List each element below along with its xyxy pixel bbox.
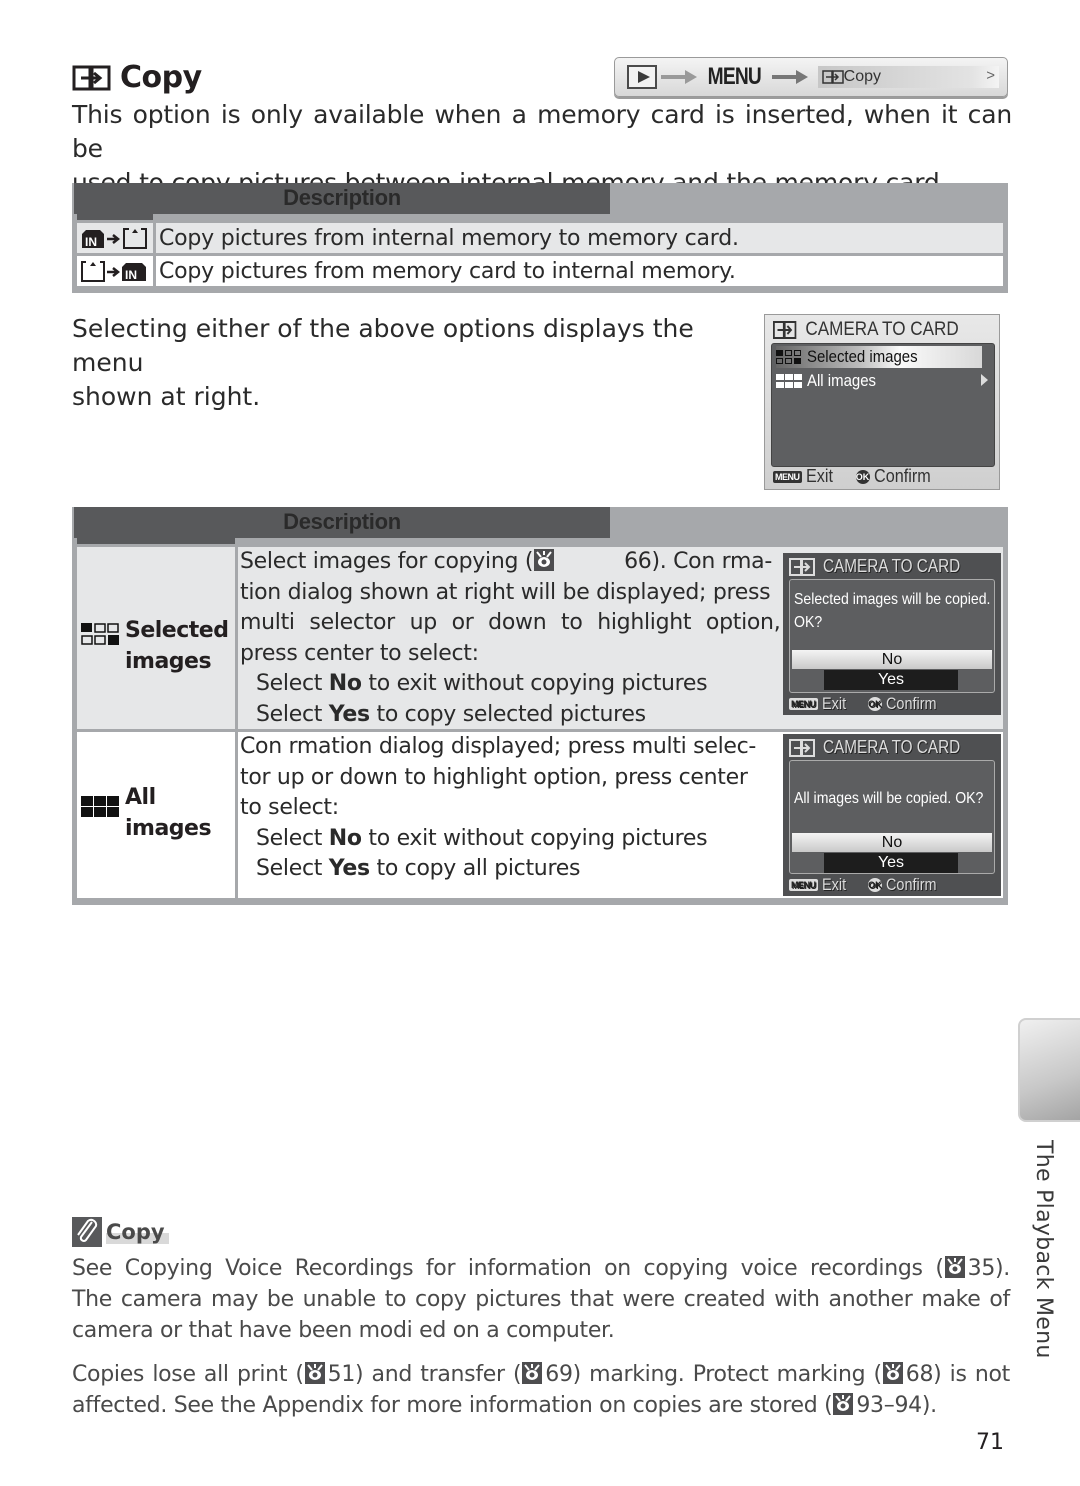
section-label: The Playback Menu [1031, 1140, 1056, 1359]
menu-intro-text: Selecting either of the above options di… [72, 314, 694, 411]
menu-item-copy: Copy > [817, 66, 999, 88]
column-header-description: Description [74, 507, 610, 538]
option-label: All images [125, 785, 212, 841]
ok-button-icon: OK [855, 469, 870, 484]
copy-icon [789, 738, 815, 757]
table-row: Selected images Select images for copyin… [77, 547, 1003, 729]
copy-icon [789, 557, 815, 576]
caret-right-icon [981, 374, 988, 386]
page-title: Copy [72, 60, 202, 95]
confirmation-dialog: All images will be copied. OK? No Yes [789, 760, 995, 874]
reference-icon [522, 1362, 543, 1384]
dialog-option-yes[interactable]: Yes [824, 853, 958, 873]
copy-icon [72, 65, 111, 90]
card-to-internal-icon: IN [77, 256, 153, 286]
copy-icon [821, 70, 844, 84]
menu-button-icon: MENU [789, 698, 818, 710]
reference-icon [882, 1362, 903, 1384]
copy-options-table: Option Description Selected images Selec… [72, 507, 1008, 905]
note-paragraph: Copies lose all print (51) and transfer … [72, 1362, 1010, 1418]
note-heading: Copy [72, 1217, 169, 1247]
screen-title: CAMERA TO CARD [773, 319, 959, 341]
confirmation-dialog-screen: CAMERA TO CARD All images will be copied… [783, 734, 1001, 896]
selected-images-icon [776, 350, 801, 364]
svg-text:IN: IN [125, 268, 137, 282]
paperclip-icon [72, 1217, 102, 1247]
arrow-right-icon [661, 70, 697, 84]
arrow-right-icon [771, 70, 808, 84]
option-description: Select images for copying ( 66). Con rma… [240, 549, 781, 727]
section-tab [1018, 1018, 1080, 1122]
dialog-option-no[interactable]: No [792, 833, 992, 852]
reference-icon [944, 1256, 965, 1278]
option-description: Con rmation dialog displayed; press mult… [240, 734, 757, 881]
copy-direction-table: Option Description IN Copy pictures from… [72, 183, 1008, 293]
confirmation-dialog-screen: CAMERA TO CARD Selected images will be c… [783, 553, 1001, 715]
selected-images-icon [81, 623, 119, 645]
chevron-right-icon: > [986, 67, 995, 84]
all-images-icon [81, 796, 119, 817]
table-row: All images Con rmation dialog displayed;… [77, 732, 1003, 898]
reference-icon [304, 1362, 325, 1384]
menu-option-all-images[interactable]: All images [776, 370, 885, 392]
svg-text:IN: IN [85, 235, 97, 249]
menu-list: Selected images All images [771, 343, 995, 467]
column-header-description: Description [74, 183, 610, 214]
playback-icon [627, 65, 657, 89]
menu-option-selected-images[interactable]: Selected images [776, 346, 982, 368]
dialog-option-no[interactable]: No [792, 650, 992, 669]
internal-to-card-icon: IN [77, 223, 153, 253]
table-row: IN Copy pictures from memory card to int… [77, 256, 1003, 286]
ok-button-icon: OK [867, 697, 882, 711]
title-text: Copy [120, 60, 202, 95]
menu-label: MENU [707, 63, 762, 90]
table-row: IN Copy pictures from internal memory to… [77, 223, 1003, 253]
screen-footer: MENU Exit OK Confirm [773, 466, 931, 486]
page-number: 71 [976, 1430, 1004, 1455]
menu-button-icon: MENU [773, 470, 802, 483]
menu-path-breadcrumb: MENU Copy > [614, 57, 1008, 97]
option-label: Selected images [125, 618, 229, 674]
copy-icon [773, 321, 797, 339]
all-images-icon [776, 374, 802, 388]
ok-button-icon: OK [867, 878, 882, 892]
menu-item-label: Copy [843, 68, 882, 85]
reference-icon [833, 1393, 854, 1415]
dialog-option-yes[interactable]: Yes [824, 670, 958, 690]
reference-icon [534, 549, 555, 571]
menu-button-icon: MENU [789, 879, 818, 891]
confirmation-dialog: Selected images will be copied. OK? No Y… [789, 579, 995, 693]
note-paragraph: See Copying Voice Recordings for informa… [72, 1256, 1010, 1343]
camera-to-card-menu-screen: CAMERA TO CARD Selected images All image… [764, 314, 1000, 490]
